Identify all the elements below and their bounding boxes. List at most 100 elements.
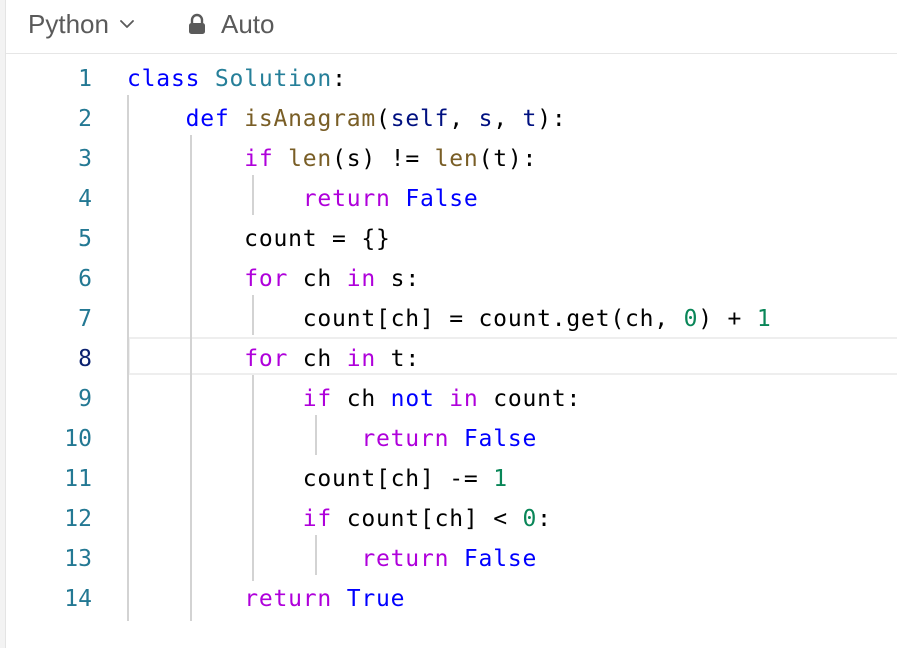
code-token: return bbox=[361, 546, 450, 572]
code-token: count[ch] -= bbox=[127, 466, 494, 492]
code-token: if bbox=[244, 146, 274, 172]
line-number: 10 bbox=[64, 426, 92, 452]
code-text: for ch in t: bbox=[127, 347, 420, 371]
code-text: return False bbox=[127, 547, 537, 571]
code-line[interactable]: 11 count[ch] -= 1 bbox=[6, 459, 897, 499]
code-text: count = {} bbox=[127, 227, 391, 251]
editor-toolbar: Python Auto bbox=[6, 0, 897, 54]
code-token: return bbox=[302, 186, 391, 212]
code-token: if bbox=[302, 386, 333, 412]
code-token: len bbox=[288, 146, 333, 172]
code-token: if bbox=[302, 506, 333, 532]
code-line[interactable]: 8 for ch in t: bbox=[6, 339, 897, 379]
line-number: 8 bbox=[78, 346, 92, 372]
code-line[interactable]: 14 return True bbox=[6, 579, 897, 619]
code-token: , bbox=[449, 106, 479, 132]
code-token: ) + bbox=[698, 306, 757, 332]
code-token: isAnagram bbox=[244, 106, 377, 132]
code-token: def bbox=[185, 106, 230, 132]
code-token: count: bbox=[478, 386, 582, 412]
code-text: class Solution: bbox=[127, 67, 347, 91]
code-token: ch bbox=[332, 386, 391, 412]
code-text: return True bbox=[127, 587, 405, 611]
code-token: , bbox=[493, 106, 523, 132]
code-token: : bbox=[332, 66, 347, 92]
code-token: 0 bbox=[522, 506, 538, 532]
code-line[interactable]: 12 if count[ch] < 0: bbox=[6, 499, 897, 539]
code-token: s: bbox=[376, 266, 420, 292]
code-token: ( bbox=[376, 106, 391, 132]
line-number: 3 bbox=[78, 146, 92, 172]
code-line[interactable]: 10 return False bbox=[6, 419, 897, 459]
code-text: count[ch] -= 1 bbox=[127, 467, 508, 491]
code-token: len bbox=[434, 146, 479, 172]
code-line[interactable]: 3 if len(s) != len(t): bbox=[6, 139, 897, 179]
code-line[interactable]: 9 if ch not in count: bbox=[6, 379, 897, 419]
code-token: for bbox=[244, 346, 289, 372]
code-token: in bbox=[449, 386, 479, 412]
line-number: 5 bbox=[78, 226, 92, 252]
code-token: Solution bbox=[214, 66, 333, 92]
code-line[interactable]: 5 count = {} bbox=[6, 219, 897, 259]
code-token: return bbox=[361, 426, 450, 452]
code-line[interactable]: 1 class Solution: bbox=[6, 59, 897, 99]
code-token: not bbox=[390, 386, 435, 412]
code-token: (t): bbox=[478, 146, 538, 172]
code-token: True bbox=[346, 586, 406, 612]
autocomplete-mode[interactable]: Auto bbox=[187, 8, 275, 40]
code-line[interactable]: 13 return False bbox=[6, 539, 897, 579]
code-text: if count[ch] < 0: bbox=[127, 507, 552, 531]
language-label: Python bbox=[28, 8, 109, 39]
code-text: for ch in s: bbox=[127, 267, 420, 291]
line-number: 9 bbox=[78, 386, 92, 412]
code-text: return False bbox=[127, 187, 479, 211]
code-token: in bbox=[346, 266, 377, 292]
code-token: : bbox=[537, 506, 552, 532]
language-select[interactable]: Python bbox=[28, 8, 135, 40]
code-token: ch bbox=[288, 266, 347, 292]
line-number: 4 bbox=[78, 186, 92, 212]
code-line[interactable]: 4 return False bbox=[6, 179, 897, 219]
line-number: 7 bbox=[78, 306, 92, 332]
line-number: 13 bbox=[64, 546, 92, 572]
line-number: 11 bbox=[64, 466, 92, 492]
line-number: 6 bbox=[78, 266, 92, 292]
code-token: in bbox=[346, 346, 377, 372]
code-token: 1 bbox=[493, 466, 508, 492]
code-token: t: bbox=[376, 346, 420, 372]
code-token: s bbox=[478, 106, 494, 132]
code-text: count[ch] = count.get(ch, 0) + 1 bbox=[127, 307, 772, 331]
code-token: count = {} bbox=[127, 226, 391, 252]
code-line[interactable]: 6 for ch in s: bbox=[6, 259, 897, 299]
code-token: False bbox=[463, 426, 538, 452]
code-token: 0 bbox=[683, 306, 699, 332]
code-editor[interactable]: 1 class Solution: 2 def isAnagram(self, s,… bbox=[6, 55, 897, 648]
code-token: count[ch] < bbox=[332, 506, 523, 532]
code-token: False bbox=[463, 546, 538, 572]
line-number: 2 bbox=[78, 106, 92, 132]
code-token: 1 bbox=[756, 306, 772, 332]
code-token: class bbox=[127, 66, 201, 92]
code-token: self bbox=[390, 106, 450, 132]
code-text: def isAnagram(self, s, t): bbox=[127, 107, 566, 131]
code-line[interactable]: 2 def isAnagram(self, s, t): bbox=[6, 99, 897, 139]
code-token: (s) != bbox=[332, 146, 435, 172]
line-number: 1 bbox=[78, 66, 92, 92]
mode-label: Auto bbox=[221, 8, 275, 39]
code-line[interactable]: 7 count[ch] = count.get(ch, 0) + 1 bbox=[6, 299, 897, 339]
code-token: ): bbox=[537, 106, 567, 132]
code-text: return False bbox=[127, 427, 537, 451]
